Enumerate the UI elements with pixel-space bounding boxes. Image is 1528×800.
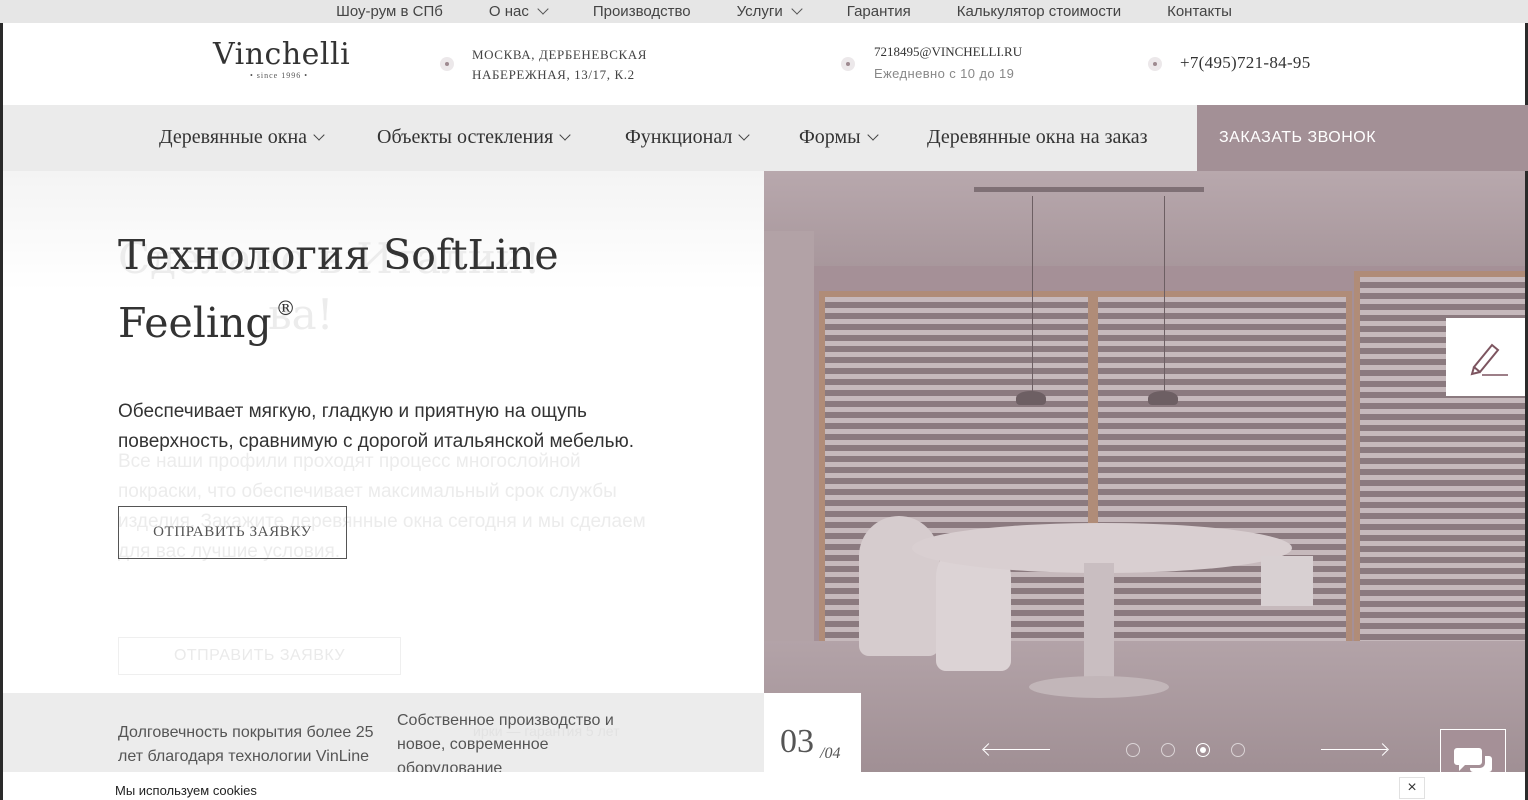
nav-item-wooden-windows[interactable]: Деревянные окна xyxy=(159,126,325,149)
nav-item-glazing-objects[interactable]: Объекты остекления xyxy=(377,126,571,149)
hero-photo xyxy=(764,171,1525,800)
hero-title: Технология SoftLine Feeling ® xyxy=(118,229,718,350)
topnav-item-label: Контакты xyxy=(1167,3,1232,20)
site-header: Vinchelli • since 1996 • МОСКВА, ДЕРБЕНЕ… xyxy=(0,23,1528,105)
address-line: НАБЕРЕЖНАЯ, 13/17, К.2 xyxy=(472,67,635,82)
nav-item-label: Формы xyxy=(799,126,861,148)
topnav-item-warranty[interactable]: Гарантия xyxy=(847,3,911,20)
hero-title-line: Feeling ® xyxy=(118,282,718,350)
topnav-item-showroom[interactable]: Шоу-рум в СПб xyxy=(336,3,443,20)
slide-total: /04 xyxy=(820,745,841,762)
cookie-close-button[interactable]: × xyxy=(1399,777,1425,799)
side-feedback-button[interactable] xyxy=(1446,318,1525,396)
next-slide-arrow-icon[interactable] xyxy=(1321,749,1387,750)
registered-mark: ® xyxy=(275,296,296,320)
chevron-down-icon xyxy=(559,129,571,141)
feature-ghost-text: ирки — гарантия 5 лет xyxy=(473,723,620,739)
topnav-item-calculator[interactable]: Калькулятор стоимости xyxy=(957,3,1121,20)
nav-item-functional[interactable]: Функционал xyxy=(625,126,751,149)
location-icon xyxy=(440,57,454,71)
photo-planter xyxy=(1261,556,1313,606)
email-link[interactable]: 7218495@VINCHELLI.RU xyxy=(874,44,1022,60)
topnav-item-label: Производство xyxy=(592,3,691,20)
hero-description: Обеспечивает мягкую, гладкую и приятную … xyxy=(118,401,635,452)
feature-item: Долговечность покрытия более 25 лет благ… xyxy=(118,724,374,765)
cookie-text: Мы используем cookies xyxy=(115,783,257,798)
top-navigation: Шоу-рум в СПб О нас Производство Услуги … xyxy=(0,0,1528,23)
topnav-item-services[interactable]: Услуги xyxy=(736,3,803,20)
working-hours: Ежедневно с 10 до 19 xyxy=(874,66,1015,81)
photo-table-base xyxy=(1029,676,1169,698)
hero-title-line: Технология SoftLine xyxy=(118,231,559,279)
hero-text-panel: Сделано в Италии! ва! Все наши профили п… xyxy=(3,171,764,800)
photo-ceiling xyxy=(764,171,1525,266)
prev-slide-arrow-icon[interactable] xyxy=(984,749,1050,750)
mail-icon xyxy=(841,57,855,71)
feature-item: Собственное производство и новое, соврем… xyxy=(397,712,614,777)
slider-dot-active[interactable] xyxy=(1196,743,1210,757)
photo-lamp-cord xyxy=(1164,196,1165,396)
chevron-down-icon xyxy=(791,3,803,15)
chevron-down-icon xyxy=(738,129,751,141)
topnav-item-production[interactable]: Производство xyxy=(593,3,691,20)
logo[interactable]: Vinchelli • since 1996 • xyxy=(213,37,351,80)
photo-table-leg xyxy=(1084,563,1114,683)
hero-title-word: Feeling xyxy=(118,299,272,347)
address: МОСКВА, ДЕРБЕНЕВСКАЯ НАБЕРЕЖНАЯ, 13/17, … xyxy=(472,45,647,85)
pen-icon xyxy=(1470,343,1508,376)
chevron-down-icon xyxy=(866,129,879,141)
nav-item-custom-windows[interactable]: Деревянные окна на заказ xyxy=(927,126,1148,149)
slider-dot[interactable] xyxy=(1231,743,1245,757)
slide-current: 03 xyxy=(780,723,814,760)
slider-dot[interactable] xyxy=(1161,743,1175,757)
pendant-lamp xyxy=(1148,391,1178,405)
cookie-banner: Мы используем cookies × xyxy=(0,772,1528,800)
address-line: МОСКВА, ДЕРБЕНЕВСКАЯ xyxy=(472,47,648,62)
topnav-item-label: Услуги xyxy=(736,3,783,20)
chevron-down-icon xyxy=(537,3,549,15)
photo-lamp-cord xyxy=(1032,196,1033,396)
nav-item-label: Деревянные окна на заказ xyxy=(927,126,1148,148)
previous-slide-button: ОТПРАВИТЬ ЗАЯВКУ xyxy=(118,637,401,675)
logo-name: Vinchelli xyxy=(213,37,351,72)
topnav-item-contacts[interactable]: Контакты xyxy=(1167,3,1232,20)
main-navigation: Деревянные окна Объекты остекления Функц… xyxy=(0,105,1528,171)
pendant-lamp xyxy=(1016,391,1046,405)
topnav-item-label: О нас xyxy=(488,3,529,20)
nav-item-label: Функционал xyxy=(625,126,733,148)
order-call-button[interactable]: ЗАКАЗАТЬ ЗВОНОК xyxy=(1197,105,1528,171)
phone-link[interactable]: +7(495)721-84-95 xyxy=(1180,53,1311,73)
slider-dot[interactable] xyxy=(1126,743,1140,757)
topnav-item-label: Калькулятор стоимости xyxy=(956,3,1122,20)
logo-since: • since 1996 • xyxy=(249,71,309,80)
nav-item-label: Объекты остекления xyxy=(377,126,554,148)
send-request-button[interactable]: ОТПРАВИТЬ ЗАЯВКУ xyxy=(118,506,347,559)
chevron-down-icon xyxy=(313,129,325,141)
topnav-item-label: Шоу-рум в СПб xyxy=(336,3,443,20)
topnav-item-label: Гарантия xyxy=(846,3,911,20)
photo-window-blinds xyxy=(1092,291,1352,671)
phone-icon xyxy=(1148,57,1162,71)
topnav-item-about[interactable]: О нас xyxy=(488,3,549,20)
nav-item-shapes[interactable]: Формы xyxy=(799,126,879,149)
hero-slider: Сделано в Италии! ва! Все наши профили п… xyxy=(0,171,1528,800)
nav-item-label: Деревянные окна xyxy=(159,126,308,148)
photo-light-rail xyxy=(974,187,1204,192)
photo-wall xyxy=(764,231,814,651)
